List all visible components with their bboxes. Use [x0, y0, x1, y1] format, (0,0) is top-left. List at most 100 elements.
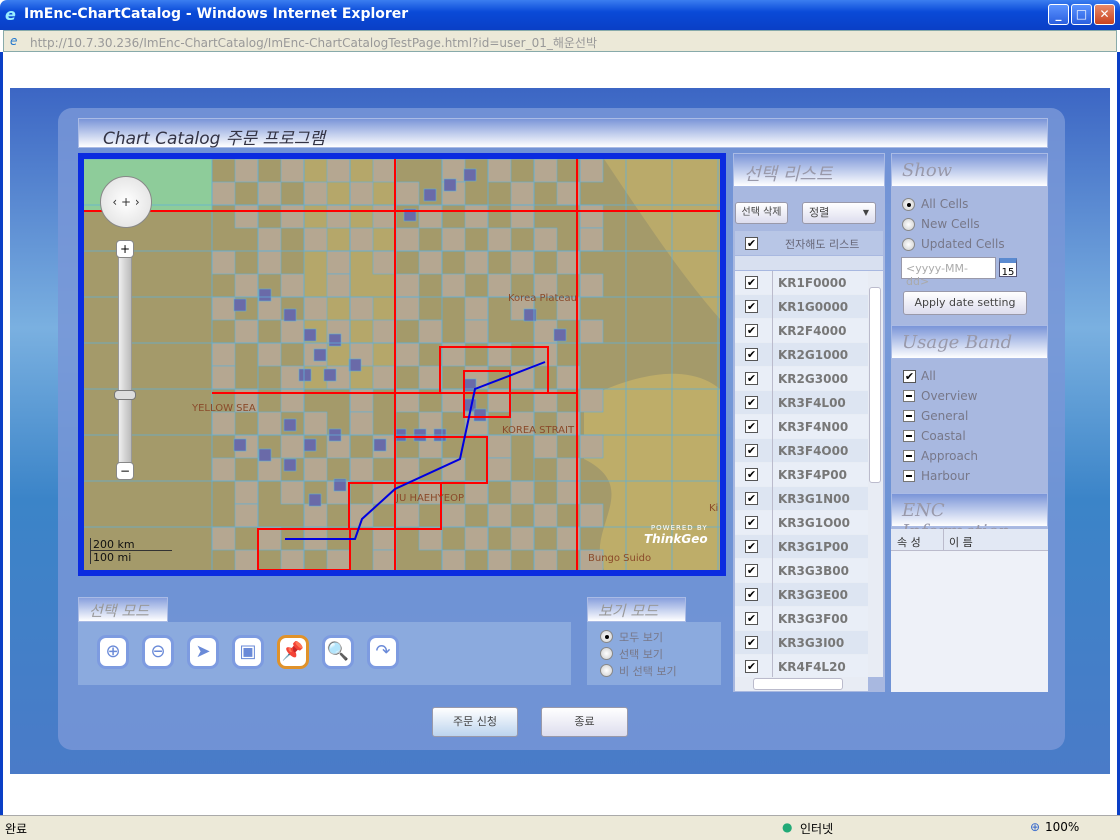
selected-cell[interactable] — [423, 188, 437, 202]
item-checkbox[interactable]: ✔ — [745, 564, 758, 577]
date-input[interactable]: <yyyy-MM-dd> — [901, 257, 996, 288]
chart-cell[interactable] — [533, 159, 558, 183]
list-item[interactable]: ✔ KR3G1P00 — [735, 535, 868, 559]
chart-cell[interactable] — [280, 434, 305, 459]
chart-cell[interactable] — [441, 159, 466, 183]
zoom-out-tool-icon[interactable]: ⊖ — [142, 635, 174, 669]
band-checkbox[interactable] — [903, 450, 915, 462]
chart-cell[interactable] — [533, 227, 558, 252]
item-checkbox[interactable]: ✔ — [745, 420, 758, 433]
chart-cell[interactable] — [372, 549, 397, 570]
list-item[interactable]: ✔ KR3G3I00 — [735, 631, 868, 655]
item-checkbox[interactable]: ✔ — [745, 588, 758, 601]
chart-cell[interactable] — [510, 204, 535, 229]
selected-cell[interactable] — [443, 178, 457, 192]
chart-cell[interactable] — [372, 526, 397, 551]
maximize-button[interactable]: □ — [1071, 4, 1092, 25]
chart-cell[interactable] — [349, 181, 374, 206]
chart-cell[interactable] — [487, 434, 512, 459]
list-item[interactable]: ✔ KR3G1N00 — [735, 487, 868, 511]
chart-cell[interactable] — [211, 365, 236, 390]
selected-cell[interactable] — [473, 408, 487, 422]
chart-cell[interactable] — [257, 457, 282, 482]
zoom-out-button[interactable]: − — [116, 462, 134, 480]
chart-cell[interactable] — [234, 159, 259, 183]
chart-cell[interactable] — [533, 549, 558, 570]
view-radio[interactable] — [600, 664, 613, 677]
chart-cell[interactable] — [280, 204, 305, 229]
chart-cell[interactable] — [303, 457, 328, 482]
list-item[interactable]: ✔ KR1G0000 — [735, 295, 868, 319]
item-checkbox[interactable]: ✔ — [745, 348, 758, 361]
chart-cell[interactable] — [395, 227, 420, 252]
chart-cell[interactable] — [257, 181, 282, 206]
chart-cell[interactable] — [326, 250, 351, 275]
redo-tool-icon[interactable]: ↷ — [367, 635, 399, 669]
list-item[interactable]: ✔ KR3F4L00 — [735, 391, 868, 415]
close-button[interactable]: ✕ — [1094, 4, 1115, 25]
chart-cell[interactable] — [280, 480, 305, 505]
chart-cell[interactable] — [372, 365, 397, 390]
chart-cell[interactable] — [349, 411, 374, 436]
selected-cell[interactable] — [348, 358, 362, 372]
chart-cell[interactable] — [372, 204, 397, 229]
selected-cell[interactable] — [303, 328, 317, 342]
chart-map[interactable]: YELLOW SEA Korea Plateau KOREA STRAIT JU… — [78, 153, 726, 576]
chart-cell[interactable] — [418, 526, 443, 551]
chart-cell[interactable] — [464, 296, 489, 321]
chart-cell[interactable] — [395, 503, 420, 528]
item-checkbox[interactable]: ✔ — [745, 444, 758, 457]
chart-cell[interactable] — [464, 204, 489, 229]
zoom-in-tool-icon[interactable]: ⊕ — [97, 635, 129, 669]
chart-cell[interactable] — [487, 457, 512, 482]
chart-cell[interactable] — [441, 273, 466, 298]
chart-cell[interactable] — [326, 273, 351, 298]
chart-cell[interactable] — [211, 250, 236, 275]
chart-cell[interactable] — [349, 503, 374, 528]
list-item[interactable]: ✔ KR3G1O00 — [735, 511, 868, 535]
zoom-in-button[interactable]: + — [116, 240, 134, 258]
chart-cell[interactable] — [579, 227, 604, 252]
item-checkbox[interactable]: ✔ — [745, 612, 758, 625]
chart-cell[interactable] — [464, 526, 489, 551]
chart-cell[interactable] — [234, 273, 259, 298]
chart-cell[interactable] — [257, 526, 282, 551]
item-checkbox[interactable]: ✔ — [745, 276, 758, 289]
vertical-scrollbar[interactable] — [868, 271, 883, 677]
delete-selected-button[interactable]: 선택 삭제 — [735, 202, 788, 224]
chart-cell[interactable] — [579, 204, 604, 229]
exit-button[interactable]: 종료 — [541, 707, 628, 737]
chart-cell[interactable] — [395, 457, 420, 482]
band-checkbox[interactable]: ✔ — [903, 370, 916, 383]
list-item[interactable]: ✔ KR2G1000 — [735, 343, 868, 367]
chart-cell[interactable] — [211, 342, 236, 367]
pin-tool-icon[interactable]: 📌 — [277, 635, 309, 669]
item-checkbox[interactable]: ✔ — [745, 300, 758, 313]
chart-cell[interactable] — [418, 319, 443, 344]
item-checkbox[interactable]: ✔ — [745, 324, 758, 337]
view-radio[interactable] — [600, 630, 613, 643]
chart-cell[interactable] — [579, 319, 604, 344]
item-checkbox[interactable]: ✔ — [745, 516, 758, 529]
band-checkbox[interactable] — [903, 430, 915, 442]
zoom-slider[interactable] — [118, 242, 132, 480]
selected-cell[interactable] — [298, 368, 312, 382]
chart-cell[interactable] — [257, 250, 282, 275]
item-checkbox[interactable]: ✔ — [745, 396, 758, 409]
chart-cell[interactable] — [510, 181, 535, 206]
chart-cell[interactable] — [533, 503, 558, 528]
selected-cell[interactable] — [303, 438, 317, 452]
horizontal-scrollbar[interactable] — [735, 677, 868, 691]
chart-cell[interactable] — [234, 319, 259, 344]
chart-cell[interactable] — [487, 549, 512, 570]
selected-cell[interactable] — [283, 418, 297, 432]
hscroll-thumb[interactable] — [753, 678, 843, 690]
band-checkbox[interactable] — [903, 410, 915, 422]
pan-control[interactable]: ‹ + › — [100, 176, 152, 228]
chart-cell[interactable] — [418, 250, 443, 275]
chart-cell[interactable] — [464, 319, 489, 344]
chart-cell[interactable] — [579, 273, 604, 298]
item-checkbox[interactable]: ✔ — [745, 372, 758, 385]
chart-cell[interactable] — [211, 526, 236, 551]
chart-cell[interactable] — [510, 250, 535, 275]
